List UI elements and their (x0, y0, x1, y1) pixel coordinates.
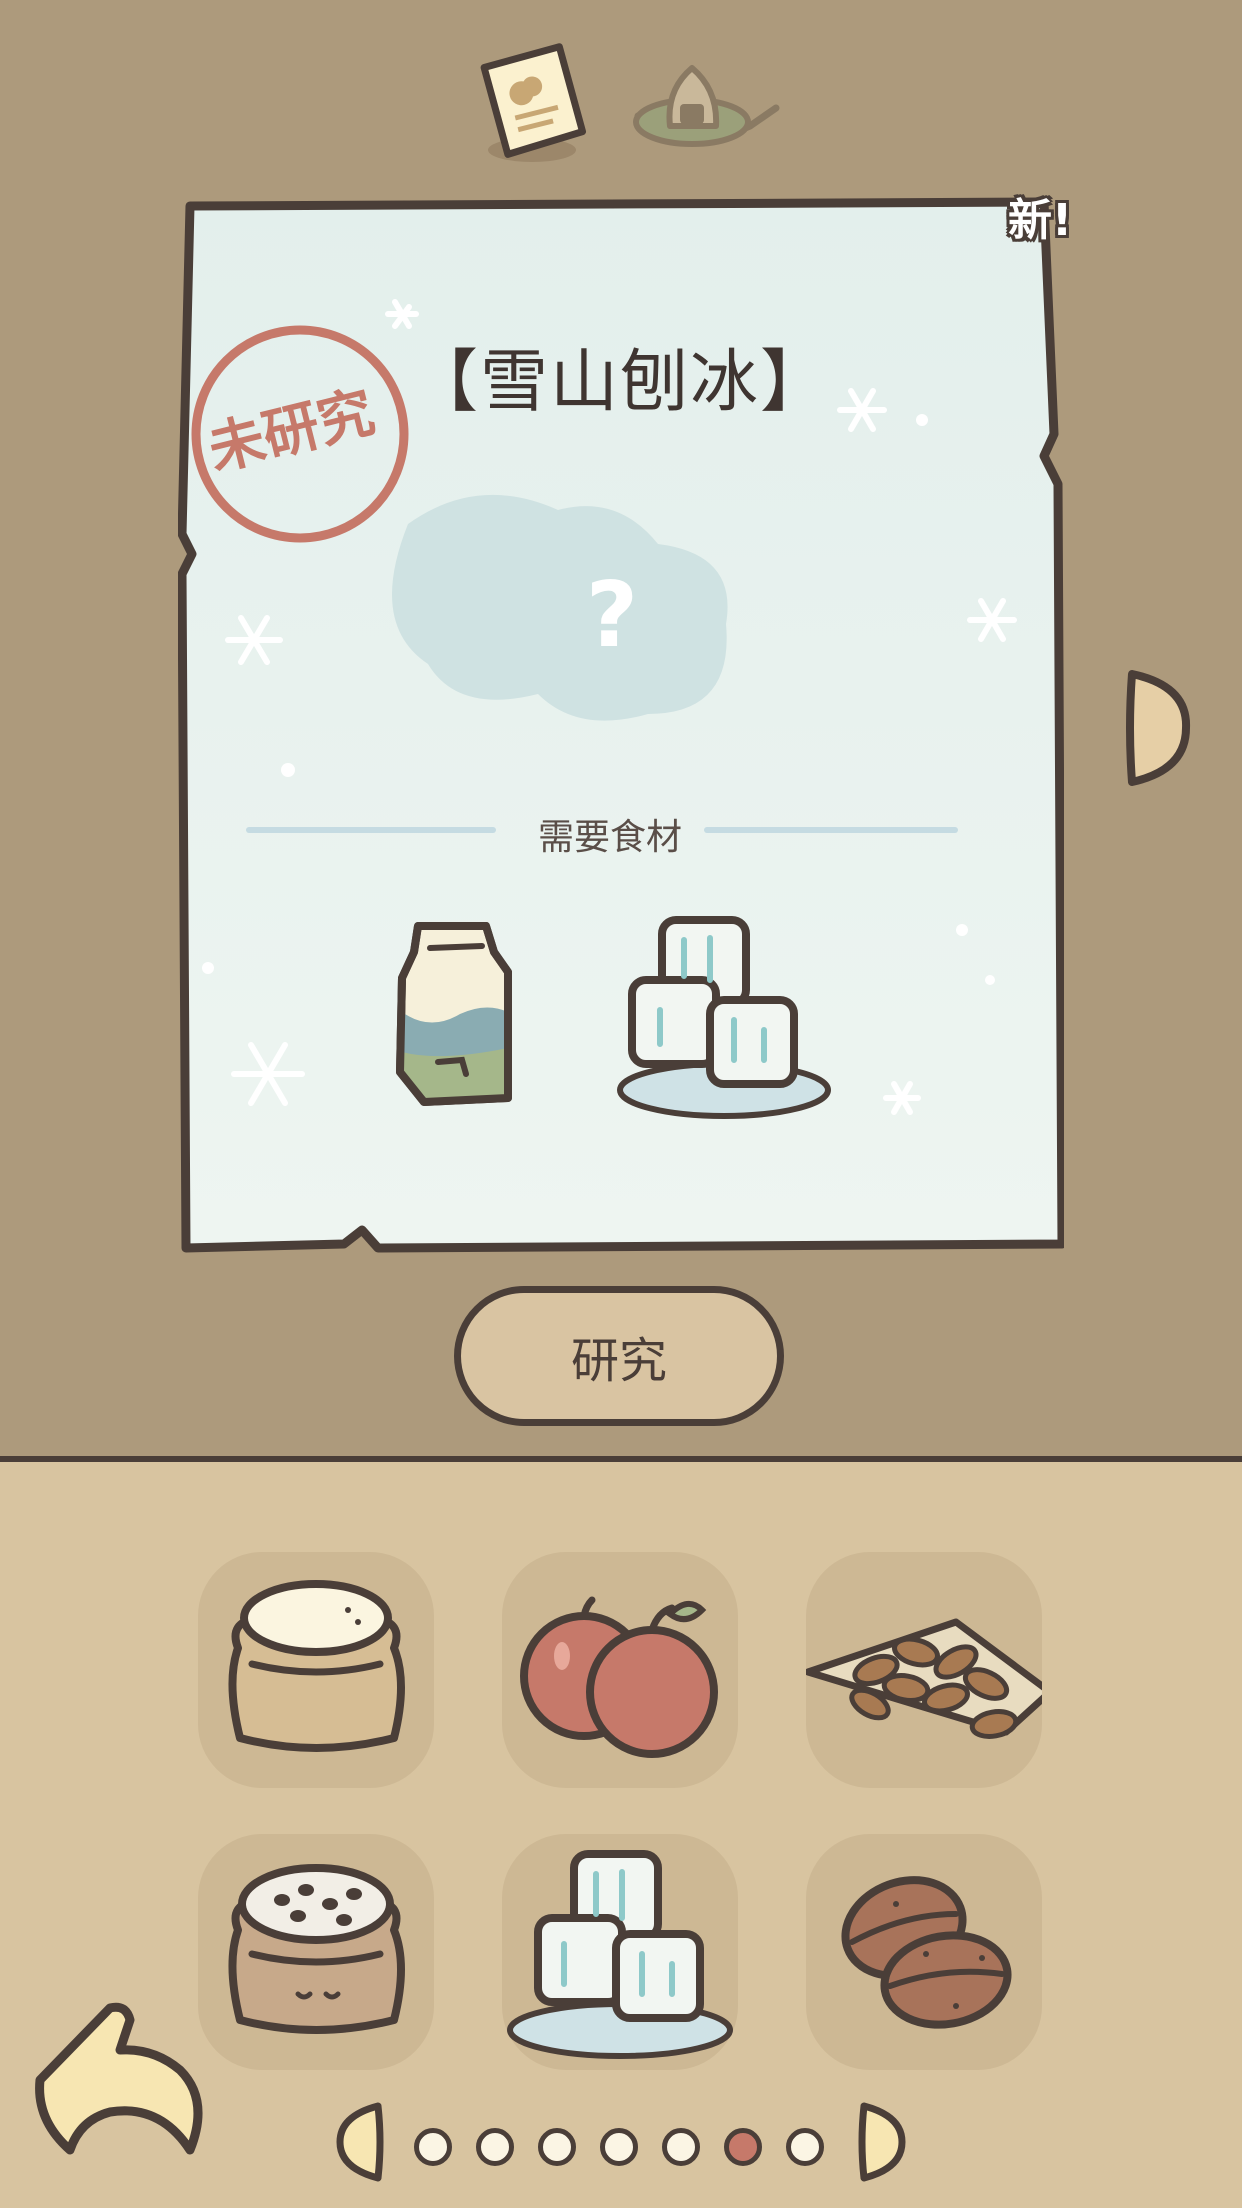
unknown-mark: ? (586, 563, 638, 668)
ice-cubes-icon (507, 1850, 733, 2059)
back-button[interactable] (30, 2000, 210, 2168)
recipe-title: 【雪山刨冰】 (410, 343, 831, 422)
page-dot[interactable] (724, 2128, 762, 2166)
new-badge: 新! (1008, 195, 1073, 246)
page-dot[interactable] (662, 2128, 700, 2166)
ingredient-slot[interactable] (198, 1552, 434, 1788)
unresearched-stamp: 未研究 (180, 312, 410, 556)
milk-carton-icon (396, 922, 512, 1106)
next-recipe-arrow[interactable] (1124, 666, 1192, 794)
ingredient-slot[interactable] (804, 1552, 1054, 1788)
apples-icon (520, 1596, 718, 1758)
onigiri-plate-icon[interactable] (630, 56, 780, 164)
divider-left (246, 827, 496, 833)
svg-text:未研究: 未研究 (202, 380, 381, 484)
ingredient-slot[interactable] (806, 1834, 1042, 2070)
ingredient-slot[interactable] (502, 1834, 738, 2070)
page-dot[interactable] (414, 2128, 452, 2166)
page-dot[interactable] (786, 2128, 824, 2166)
page-dot[interactable] (476, 2128, 514, 2166)
ingredient-slot[interactable] (198, 1834, 434, 2070)
page-dot[interactable] (538, 2128, 576, 2166)
paper-note-icon[interactable] (474, 42, 598, 174)
next-page-arrow[interactable] (856, 2100, 908, 2188)
coffee-beans-icon (841, 1876, 1012, 2029)
page-dot[interactable] (600, 2128, 638, 2166)
ingredient-slot[interactable] (502, 1552, 738, 1788)
prev-page-arrow[interactable] (334, 2100, 386, 2188)
flour-sack-icon (228, 1580, 405, 1752)
required-ingredients-label: 需要食材 (537, 817, 682, 858)
sesame-sack-icon (228, 1864, 405, 2034)
research-button[interactable]: 研究 (454, 1286, 784, 1426)
almonds-icon (804, 1618, 1054, 1739)
divider-right (704, 827, 958, 833)
